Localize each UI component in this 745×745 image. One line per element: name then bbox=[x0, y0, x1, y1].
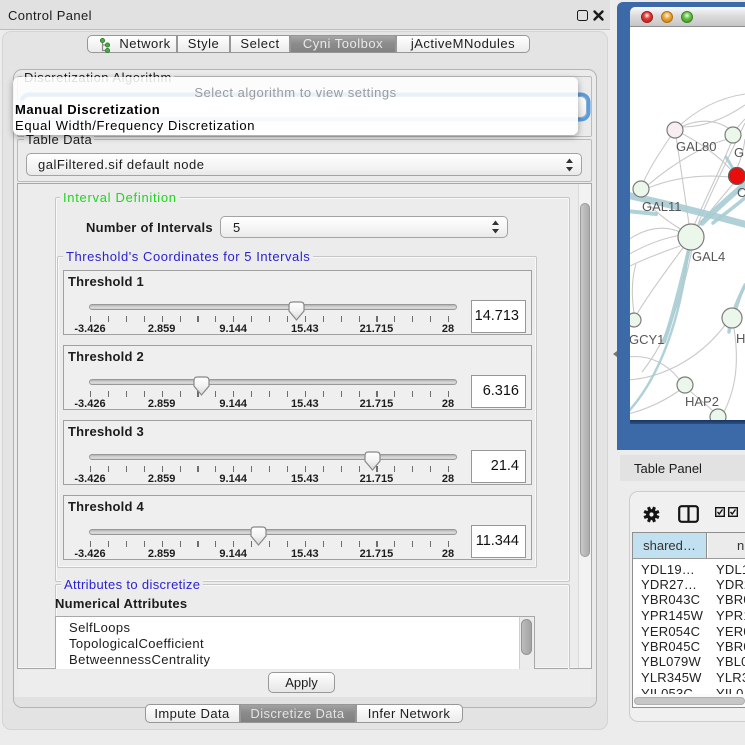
svg-text:GCY1: GCY1 bbox=[630, 332, 664, 347]
svg-text:C: C bbox=[737, 185, 745, 200]
svg-text:HAP2: HAP2 bbox=[685, 394, 719, 409]
svg-text:G.: G. bbox=[734, 145, 745, 160]
svg-text:GAL80: GAL80 bbox=[676, 139, 716, 154]
svg-text:GAL4: GAL4 bbox=[692, 249, 725, 264]
svg-text:GAL11: GAL11 bbox=[642, 199, 682, 214]
svg-text:H: H bbox=[736, 331, 745, 346]
